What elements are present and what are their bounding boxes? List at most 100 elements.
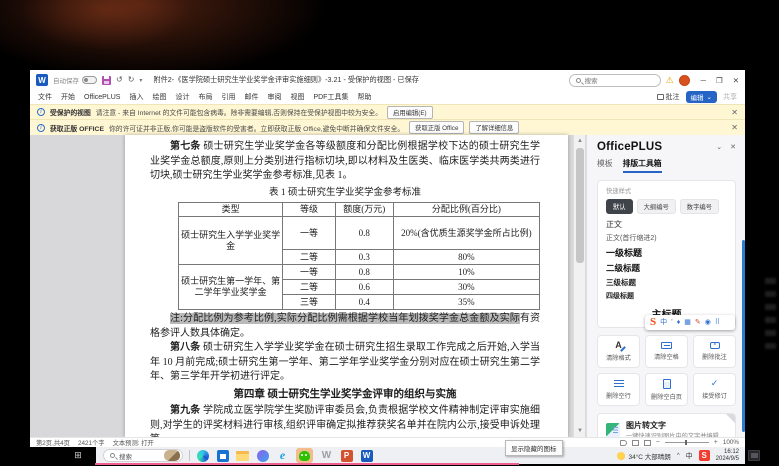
tool-delete-blank-page[interactable]: 删除空白页 — [645, 373, 688, 406]
restore-button[interactable]: ❐ — [716, 76, 723, 85]
scroll-down-icon[interactable]: ▼ — [574, 426, 586, 436]
taskbar-word-icon[interactable]: W — [360, 449, 373, 462]
search-highlight-image — [164, 450, 180, 461]
close-button[interactable]: ✕ — [733, 76, 739, 85]
sogou-logo-icon[interactable]: S — [650, 317, 656, 328]
tool-clear-format[interactable]: A 清除格式 — [597, 335, 640, 368]
sogou-tray-icon[interactable]: S — [699, 450, 710, 461]
ime-skin-brush-icon[interactable]: ✎ — [695, 319, 701, 326]
page-indicator[interactable]: 第2页,共4页 — [36, 438, 70, 447]
style-body[interactable]: 正文 — [606, 219, 727, 230]
get-genuine-office-button[interactable]: 获取正版 Office — [409, 121, 464, 134]
tab-layout[interactable]: 布局 — [198, 92, 212, 102]
learn-more-button[interactable]: 了解详细信息 — [469, 121, 519, 134]
tooltip: 显示隐藏的图标 — [505, 440, 563, 456]
taskbar-explorer-icon[interactable] — [236, 449, 249, 462]
taskbar-search[interactable]: 搜索 — [103, 449, 183, 462]
tab-draw[interactable]: 绘图 — [152, 92, 166, 102]
print-layout-icon[interactable] — [632, 440, 639, 446]
ime-punct-icon[interactable]: ’ — [671, 319, 673, 326]
clock[interactable]: 16:12 2024/9/5 — [716, 449, 739, 463]
zoom-in-icon[interactable]: + — [714, 439, 718, 446]
ime-mic-icon[interactable]: ♦ — [677, 319, 681, 326]
style-heading-1[interactable]: 一级标题 — [606, 246, 727, 259]
taskbar-store-icon[interactable] — [216, 449, 229, 462]
word-count[interactable]: 2421个字 — [78, 438, 105, 447]
show-hidden-icons-button[interactable]: ^ — [677, 453, 680, 459]
warning-icon[interactable]: ⚠ — [666, 75, 674, 86]
tab-pdf-tools[interactable]: PDF工具集 — [313, 92, 348, 102]
tab-mailings[interactable]: 邮件 — [244, 92, 258, 102]
chip-default[interactable]: 默认 — [606, 199, 633, 214]
enable-editing-button[interactable]: 启用编辑(E) — [387, 106, 433, 119]
tool-accept-revisions[interactable]: ✓ 接受修订 — [693, 373, 736, 406]
comments-button[interactable]: 批注 — [657, 92, 680, 102]
tab-review[interactable]: 审阅 — [267, 92, 281, 102]
zoom-out-icon[interactable]: − — [656, 439, 660, 446]
save-icon[interactable] — [102, 76, 111, 85]
close-notice-icon[interactable]: ✕ — [731, 108, 738, 117]
ime-keyboard-icon[interactable]: ▦ — [684, 319, 691, 326]
tab-references[interactable]: 引用 — [221, 92, 235, 102]
panel-close-icon[interactable]: ✕ — [730, 143, 736, 151]
zoom-level[interactable]: 100% — [723, 439, 739, 446]
tab-help[interactable]: 帮助 — [357, 92, 371, 102]
panel-collapse-icon[interactable]: ⌄ — [716, 143, 722, 151]
ime-mode-toggle[interactable]: 中 — [660, 319, 667, 326]
taskbar-ie-icon[interactable]: e — [276, 449, 289, 462]
editing-mode-button[interactable]: 编辑 ⌄ — [686, 91, 717, 103]
document-page[interactable]: 第七条 硕士研究生学业奖学金各等级额度和分配比例根据学校下达的硕士研究生学业奖学… — [125, 135, 568, 437]
text-prediction-status[interactable]: 文本预测: 打开 — [113, 438, 154, 447]
close-notice-icon[interactable]: ✕ — [731, 123, 738, 132]
zoom-slider[interactable] — [665, 442, 709, 443]
protected-view-message: 请注意 - 来自 Internet 的文件可能包含病毒。除非需要编辑,否则保持在… — [96, 107, 382, 117]
style-body-indent[interactable]: 正文(首行缩进2) — [606, 233, 727, 243]
minimize-button[interactable]: ─ — [701, 76, 706, 85]
chip-outline-numbering[interactable]: 大纲编号 — [637, 199, 676, 214]
chip-numeric-numbering[interactable]: 数字编号 — [680, 199, 719, 214]
panel-tab-templates[interactable]: 模板 — [597, 158, 613, 173]
toggle-off-icon[interactable] — [82, 76, 97, 84]
tool-clear-spaces[interactable]: 清除空格 — [645, 335, 688, 368]
tab-insert[interactable]: 插入 — [129, 92, 143, 102]
scrollbar-thumb[interactable] — [576, 148, 584, 263]
style-heading-2[interactable]: 二级标题 — [606, 262, 727, 274]
document-scrollbar[interactable]: ▲ ▼ — [573, 135, 585, 437]
tool-delete-empty-lines[interactable]: 删除空行 — [597, 373, 640, 406]
tab-view[interactable]: 视图 — [290, 92, 304, 102]
tab-officeplus[interactable]: OfficePLUS — [84, 94, 120, 101]
quick-access-caret-icon[interactable]: ▾ — [139, 77, 142, 84]
start-button[interactable]: ⊞ — [70, 449, 86, 462]
account-avatar[interactable] — [679, 75, 690, 86]
ime-toolbar[interactable]: S 中 ’ ♦ ▦ ✎ ◉ ⠿ — [645, 315, 735, 330]
panel-scrollbar-thumb[interactable] — [742, 240, 745, 432]
weather-widget[interactable]: 34°C 大部晴朗 — [617, 451, 670, 461]
scroll-up-icon[interactable]: ▲ — [574, 136, 586, 146]
ime-more-icon[interactable]: ⠿ — [715, 319, 720, 326]
panel-tab-toolbox[interactable]: 排版工具箱 — [623, 158, 662, 173]
web-layout-icon[interactable] — [644, 440, 651, 446]
taskbar-edge-icon[interactable] — [196, 449, 209, 462]
read-mode-icon[interactable] — [620, 440, 627, 446]
ime-search-icon[interactable]: ◉ — [705, 319, 711, 326]
tab-home[interactable]: 开始 — [61, 92, 75, 102]
search-input[interactable]: 搜索 — [569, 74, 661, 87]
autosave-toggle[interactable]: 自动保存 — [53, 75, 97, 85]
tab-file[interactable]: 文件 — [38, 92, 52, 102]
taskbar-powerpoint-icon[interactable]: P — [340, 449, 353, 462]
style-heading-4[interactable]: 四级标题 — [606, 291, 727, 301]
delete-comments-icon — [710, 342, 720, 349]
quick-styles-label: 快速样式 — [606, 186, 727, 195]
taskbar-wechat-icon[interactable] — [296, 448, 313, 463]
taskbar-copilot-icon[interactable] — [256, 449, 269, 462]
ocr-title: 图片转文字 — [626, 420, 719, 431]
share-button[interactable]: 共享 — [723, 92, 737, 102]
taskbar-w-app-icon[interactable]: W — [320, 449, 333, 462]
redo-icon[interactable]: ↻ — [128, 76, 135, 84]
tool-delete-comments[interactable]: 删除批注 — [693, 335, 736, 368]
tab-design[interactable]: 设计 — [175, 92, 189, 102]
style-heading-3[interactable]: 三级标题 — [606, 277, 727, 288]
undo-icon[interactable]: ↺ — [116, 76, 123, 84]
notification-center-icon[interactable] — [748, 450, 760, 461]
language-indicator[interactable]: 中 — [686, 451, 693, 461]
